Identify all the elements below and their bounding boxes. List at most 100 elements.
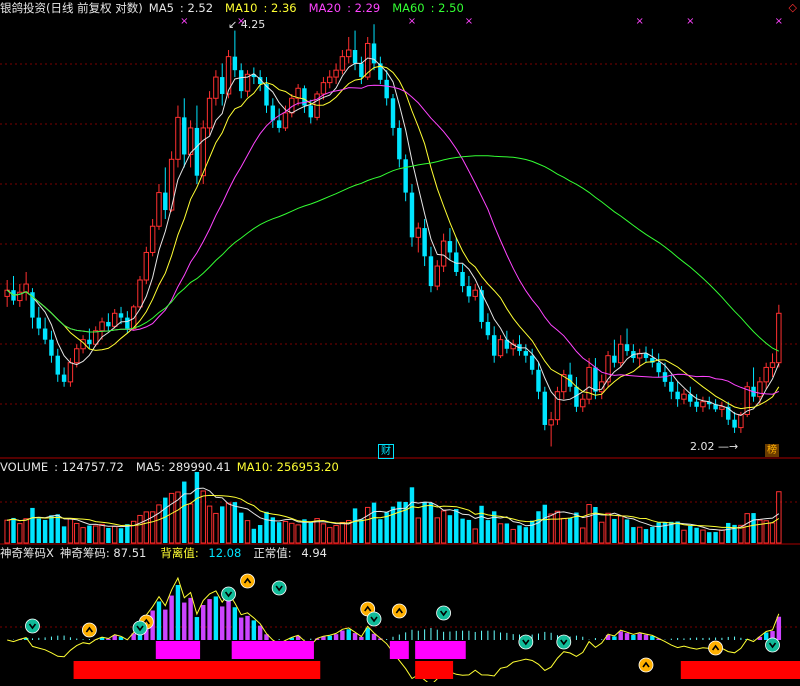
top-marker: × xyxy=(686,16,694,27)
candle-body-up xyxy=(321,83,325,94)
signal-band-magenta xyxy=(232,641,314,659)
candle-body-up xyxy=(188,128,192,155)
candle-body-down xyxy=(530,356,534,370)
volume-bar xyxy=(479,506,483,543)
indicator-bar xyxy=(612,636,616,640)
candle-body-up xyxy=(581,399,585,407)
volume-bar xyxy=(713,532,717,543)
volume-bar xyxy=(555,511,559,543)
indicator-bar xyxy=(239,618,243,640)
candle-body-down xyxy=(359,63,363,77)
volume-bar xyxy=(454,509,458,543)
candle-body-down xyxy=(422,228,426,256)
volume-bar xyxy=(410,487,414,543)
indicator-bar xyxy=(328,636,332,640)
financial-report-badge[interactable]: 财 xyxy=(378,444,394,459)
volume-bar xyxy=(751,513,755,543)
volume-label: VOLUME: 124757.72 xyxy=(0,460,130,474)
volume-bar xyxy=(37,519,41,543)
buy-signal-icon xyxy=(241,574,255,588)
candle-body-down xyxy=(62,375,66,382)
indicator-bar xyxy=(644,635,648,640)
indicator-bar xyxy=(214,596,218,640)
candle-body-up xyxy=(764,367,768,381)
volume-ma10-label: MA10: 256953.20 xyxy=(237,460,339,474)
volume-bar xyxy=(612,519,616,543)
indicator-bar xyxy=(157,601,161,640)
candle-body-down xyxy=(732,420,736,428)
candle-body-up xyxy=(144,252,148,280)
candle-body-up xyxy=(75,349,79,363)
indicator-bar xyxy=(637,633,641,640)
top-marker: × xyxy=(180,16,188,27)
sell-signal-icon xyxy=(437,606,451,620)
candle-body-up xyxy=(441,241,445,266)
volume-bar xyxy=(239,513,243,543)
volume-bar xyxy=(87,526,91,543)
candle-body-down xyxy=(467,286,471,296)
volume-bar xyxy=(770,523,774,543)
candle-body-up xyxy=(100,322,104,331)
volume-bar xyxy=(701,530,705,543)
candle-body-down xyxy=(669,382,673,392)
volume-bar xyxy=(207,506,211,543)
volume-bar xyxy=(340,522,344,543)
buy-signal-icon xyxy=(639,658,653,672)
candle-body-down xyxy=(56,356,60,375)
sell-signal-icon xyxy=(133,621,147,635)
candle-body-up xyxy=(94,331,98,344)
candle-body-up xyxy=(112,313,116,326)
candle-body-up xyxy=(68,363,72,382)
indicator-header: 神奇筹码X神奇筹码: 87.51背离值: 12.08正常值: 4.94 xyxy=(0,546,339,560)
volume-bar xyxy=(43,520,47,543)
volume-bar xyxy=(682,530,686,543)
volume-bar xyxy=(245,521,249,543)
volume-bar xyxy=(378,519,382,543)
volume-bar xyxy=(606,513,610,543)
indicator-bar xyxy=(347,629,351,640)
candle-body-down xyxy=(233,57,237,71)
candle-body-down xyxy=(448,241,452,252)
volume-bar xyxy=(365,507,369,543)
candle-body-up xyxy=(739,414,743,427)
candle-body-down xyxy=(271,106,275,121)
volume-bar xyxy=(618,516,622,543)
window-control-icon[interactable]: ◇ xyxy=(789,1,797,14)
candle-body-down xyxy=(486,322,490,335)
sell-signal-icon xyxy=(367,612,381,626)
ma10-label: MA10: 2.36 xyxy=(225,1,303,15)
candle-body-down xyxy=(87,340,91,345)
top-marker: × xyxy=(408,16,416,27)
volume-bar xyxy=(637,527,641,543)
volume-bar xyxy=(188,504,192,543)
candle-body-up xyxy=(334,70,338,77)
top-marker: × xyxy=(465,16,473,27)
volume-bar xyxy=(650,527,654,543)
ranking-badge[interactable]: 榜 xyxy=(765,444,779,457)
volume-bar xyxy=(264,512,268,543)
candle-body-up xyxy=(498,340,502,356)
volume-bar xyxy=(56,514,60,543)
indicator-bar xyxy=(220,606,224,640)
candle-body-up xyxy=(758,382,762,397)
indicator-bar xyxy=(631,635,635,640)
volume-bar xyxy=(75,523,79,543)
candle-body-down xyxy=(391,98,395,128)
candle-body-up xyxy=(549,420,553,425)
candle-body-down xyxy=(309,106,313,118)
candle-body-down xyxy=(43,329,47,340)
volume-bar xyxy=(195,472,199,543)
indicator-bar xyxy=(163,610,167,640)
indicator-bar xyxy=(359,637,363,640)
volume-bar xyxy=(372,503,376,543)
volume-bar xyxy=(397,502,401,543)
candle-body-down xyxy=(353,50,357,63)
stock-chart: ××××××× xyxy=(0,0,800,682)
volume-bar xyxy=(416,518,420,543)
ma5-label: MA5: 2.52 xyxy=(149,1,219,15)
volume-bar xyxy=(656,523,660,543)
volume-bar xyxy=(119,528,123,543)
volume-bar xyxy=(505,523,509,543)
candle-body-up xyxy=(207,98,211,128)
indicator-bar xyxy=(245,616,249,640)
